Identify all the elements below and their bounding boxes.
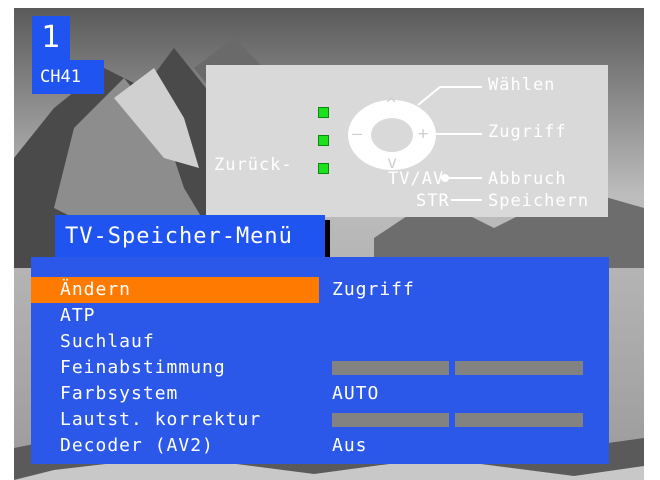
tv-memory-menu: Ändern Zugriff ATP Suchlauf Feinabstimmu… [31, 257, 609, 464]
channel-name: CH41 [32, 60, 104, 94]
menu-item-value: AUTO [332, 383, 380, 404]
help-access-label: Zugriff [488, 122, 567, 142]
remote-help-panel: ^ v — + Wählen Zugriff Zurück- TV/AV Abb… [206, 65, 608, 217]
fine-tune-bar-left [332, 361, 449, 375]
menu-item-lautst-korrektur[interactable]: Lautst. korrektur [31, 407, 609, 433]
menu-item-value: Aus [332, 435, 368, 456]
menu-item-feinabstimmung[interactable]: Feinabstimmung [31, 355, 609, 381]
menu-title: TV-Speicher-Menü [55, 215, 325, 259]
dpad-left-glyph: — [352, 124, 364, 144]
menu-item-label: Farbsystem [60, 383, 179, 404]
menu-item-value: Zugriff [332, 279, 415, 300]
help-str-label: STR [416, 191, 450, 211]
help-cancel-label: Abbruch [488, 169, 567, 189]
volume-bar-right [455, 413, 583, 427]
menu-item-decoder-av2[interactable]: Decoder (AV2) Aus [31, 433, 609, 459]
menu-item-label: Ändern [31, 277, 319, 303]
menu-item-label: Suchlauf [60, 331, 155, 352]
menu-item-label: ATP [60, 305, 96, 326]
menu-item-label: Decoder (AV2) [60, 435, 214, 456]
menu-item-suchlauf[interactable]: Suchlauf [31, 329, 609, 355]
help-tvav-label: TV/AV [388, 169, 445, 189]
dpad-up-glyph: ^ [386, 95, 398, 115]
menu-item-atp[interactable]: ATP [31, 303, 609, 329]
menu-item-farbsystem[interactable]: Farbsystem AUTO [31, 381, 609, 407]
menu-item-label: Lautst. korrektur [60, 409, 262, 430]
help-select-label: Wählen [488, 75, 556, 95]
help-save-label: Speichern [488, 191, 590, 211]
help-back-label: Zurück- [214, 155, 293, 175]
menu-item-aendern[interactable]: Ändern Zugriff [31, 277, 609, 303]
fine-tune-bar-right [455, 361, 583, 375]
menu-item-label: Feinabstimmung [60, 357, 226, 378]
dpad-right-glyph: + [418, 124, 430, 144]
channel-number: 1 [32, 16, 70, 60]
volume-bar-left [332, 413, 449, 427]
